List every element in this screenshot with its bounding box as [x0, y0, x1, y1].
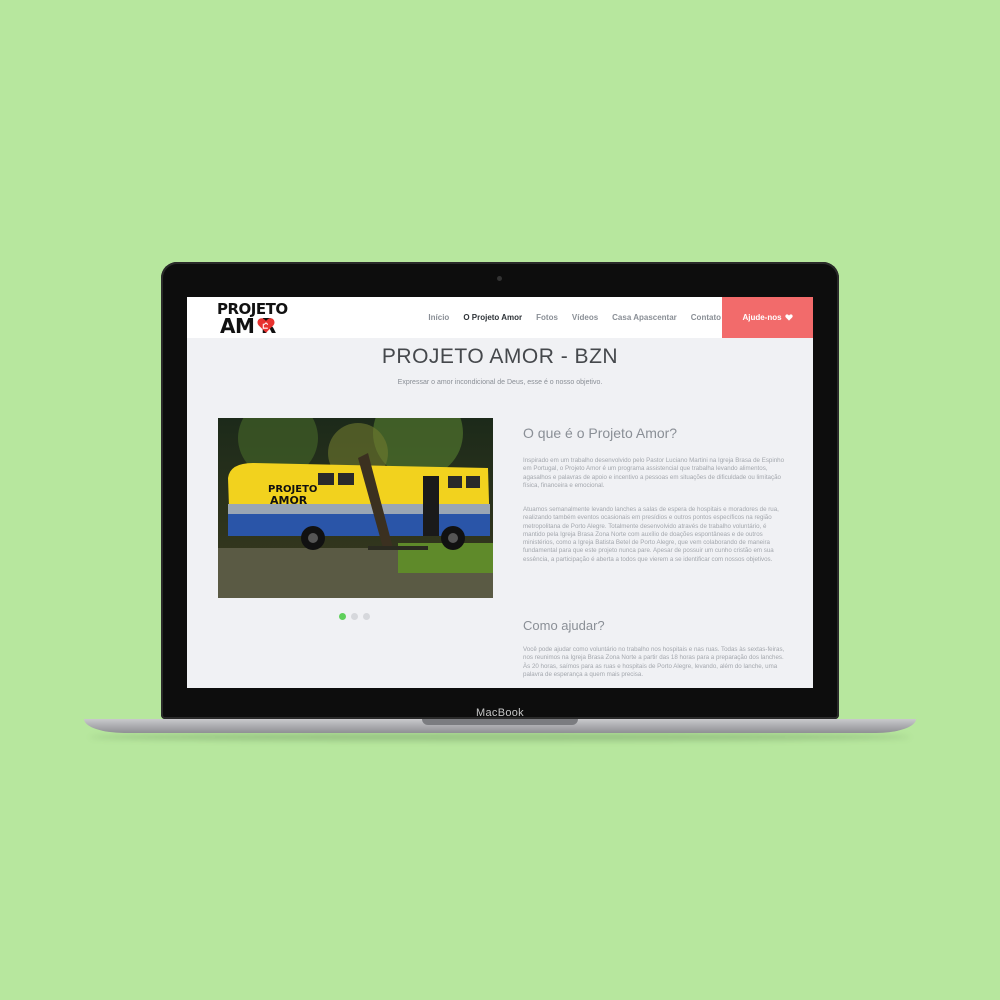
page-subtitle: Expressar o amor incondicional de Deus, …: [397, 379, 603, 386]
laptop-base: [84, 719, 916, 733]
carousel-indicators: [339, 613, 370, 620]
nav-item-casa-apascentar[interactable]: Casa Apascentar: [612, 313, 677, 322]
about-paragraph-1: Inspirado em um trabalho desenvolvido pe…: [523, 457, 785, 489]
section-heading-about: O que é o Projeto Amor?: [523, 425, 678, 441]
browser-viewport: PROJETO AM R Início O Projeto Amor Fotos…: [187, 297, 813, 688]
device-label: MacBook: [476, 707, 524, 719]
heart-icon: [784, 314, 793, 321]
bus-logo-line2: AMOR: [270, 494, 308, 507]
laptop-shadow: [90, 733, 910, 741]
bus-photo: PROJETO AMOR: [218, 418, 493, 598]
donate-button-label: Ajude-nos: [742, 313, 782, 322]
site-logo[interactable]: PROJETO AM R: [217, 300, 307, 338]
section-heading-help: Como ajudar?: [523, 618, 605, 633]
carousel-dot-2[interactable]: [351, 613, 358, 620]
nav-item-fotos[interactable]: Fotos: [536, 313, 558, 322]
laptop-bezel: PROJETO AM R Início O Projeto Amor Fotos…: [161, 262, 839, 719]
about-paragraph-2: Atuamos semanalmente levando lanches a s…: [523, 506, 779, 563]
nav-item-videos[interactable]: Vídeos: [572, 313, 598, 322]
main-nav: Início O Projeto Amor Fotos Vídeos Casa …: [428, 297, 721, 338]
help-paragraph-1: Você pode ajudar como voluntário no trab…: [523, 646, 785, 678]
carousel-dot-1[interactable]: [339, 613, 346, 620]
laptop-notch: [422, 719, 578, 725]
nav-item-projeto-amor[interactable]: O Projeto Amor: [463, 313, 522, 322]
nav-item-inicio[interactable]: Início: [428, 313, 449, 322]
carousel-dot-3[interactable]: [363, 613, 370, 620]
laptop-mockup: PROJETO AM R Início O Projeto Amor Fotos…: [0, 0, 1000, 1000]
nav-item-contato[interactable]: Contato: [691, 313, 721, 322]
site-header: PROJETO AM R Início O Projeto Amor Fotos…: [187, 297, 813, 338]
camera-icon: [497, 276, 502, 281]
donate-button[interactable]: Ajude-nos: [722, 297, 813, 338]
page-title: PROJETO AMOR - BZN: [381, 345, 619, 368]
heart-icon: [257, 318, 275, 333]
carousel-image[interactable]: PROJETO AMOR: [218, 418, 493, 598]
